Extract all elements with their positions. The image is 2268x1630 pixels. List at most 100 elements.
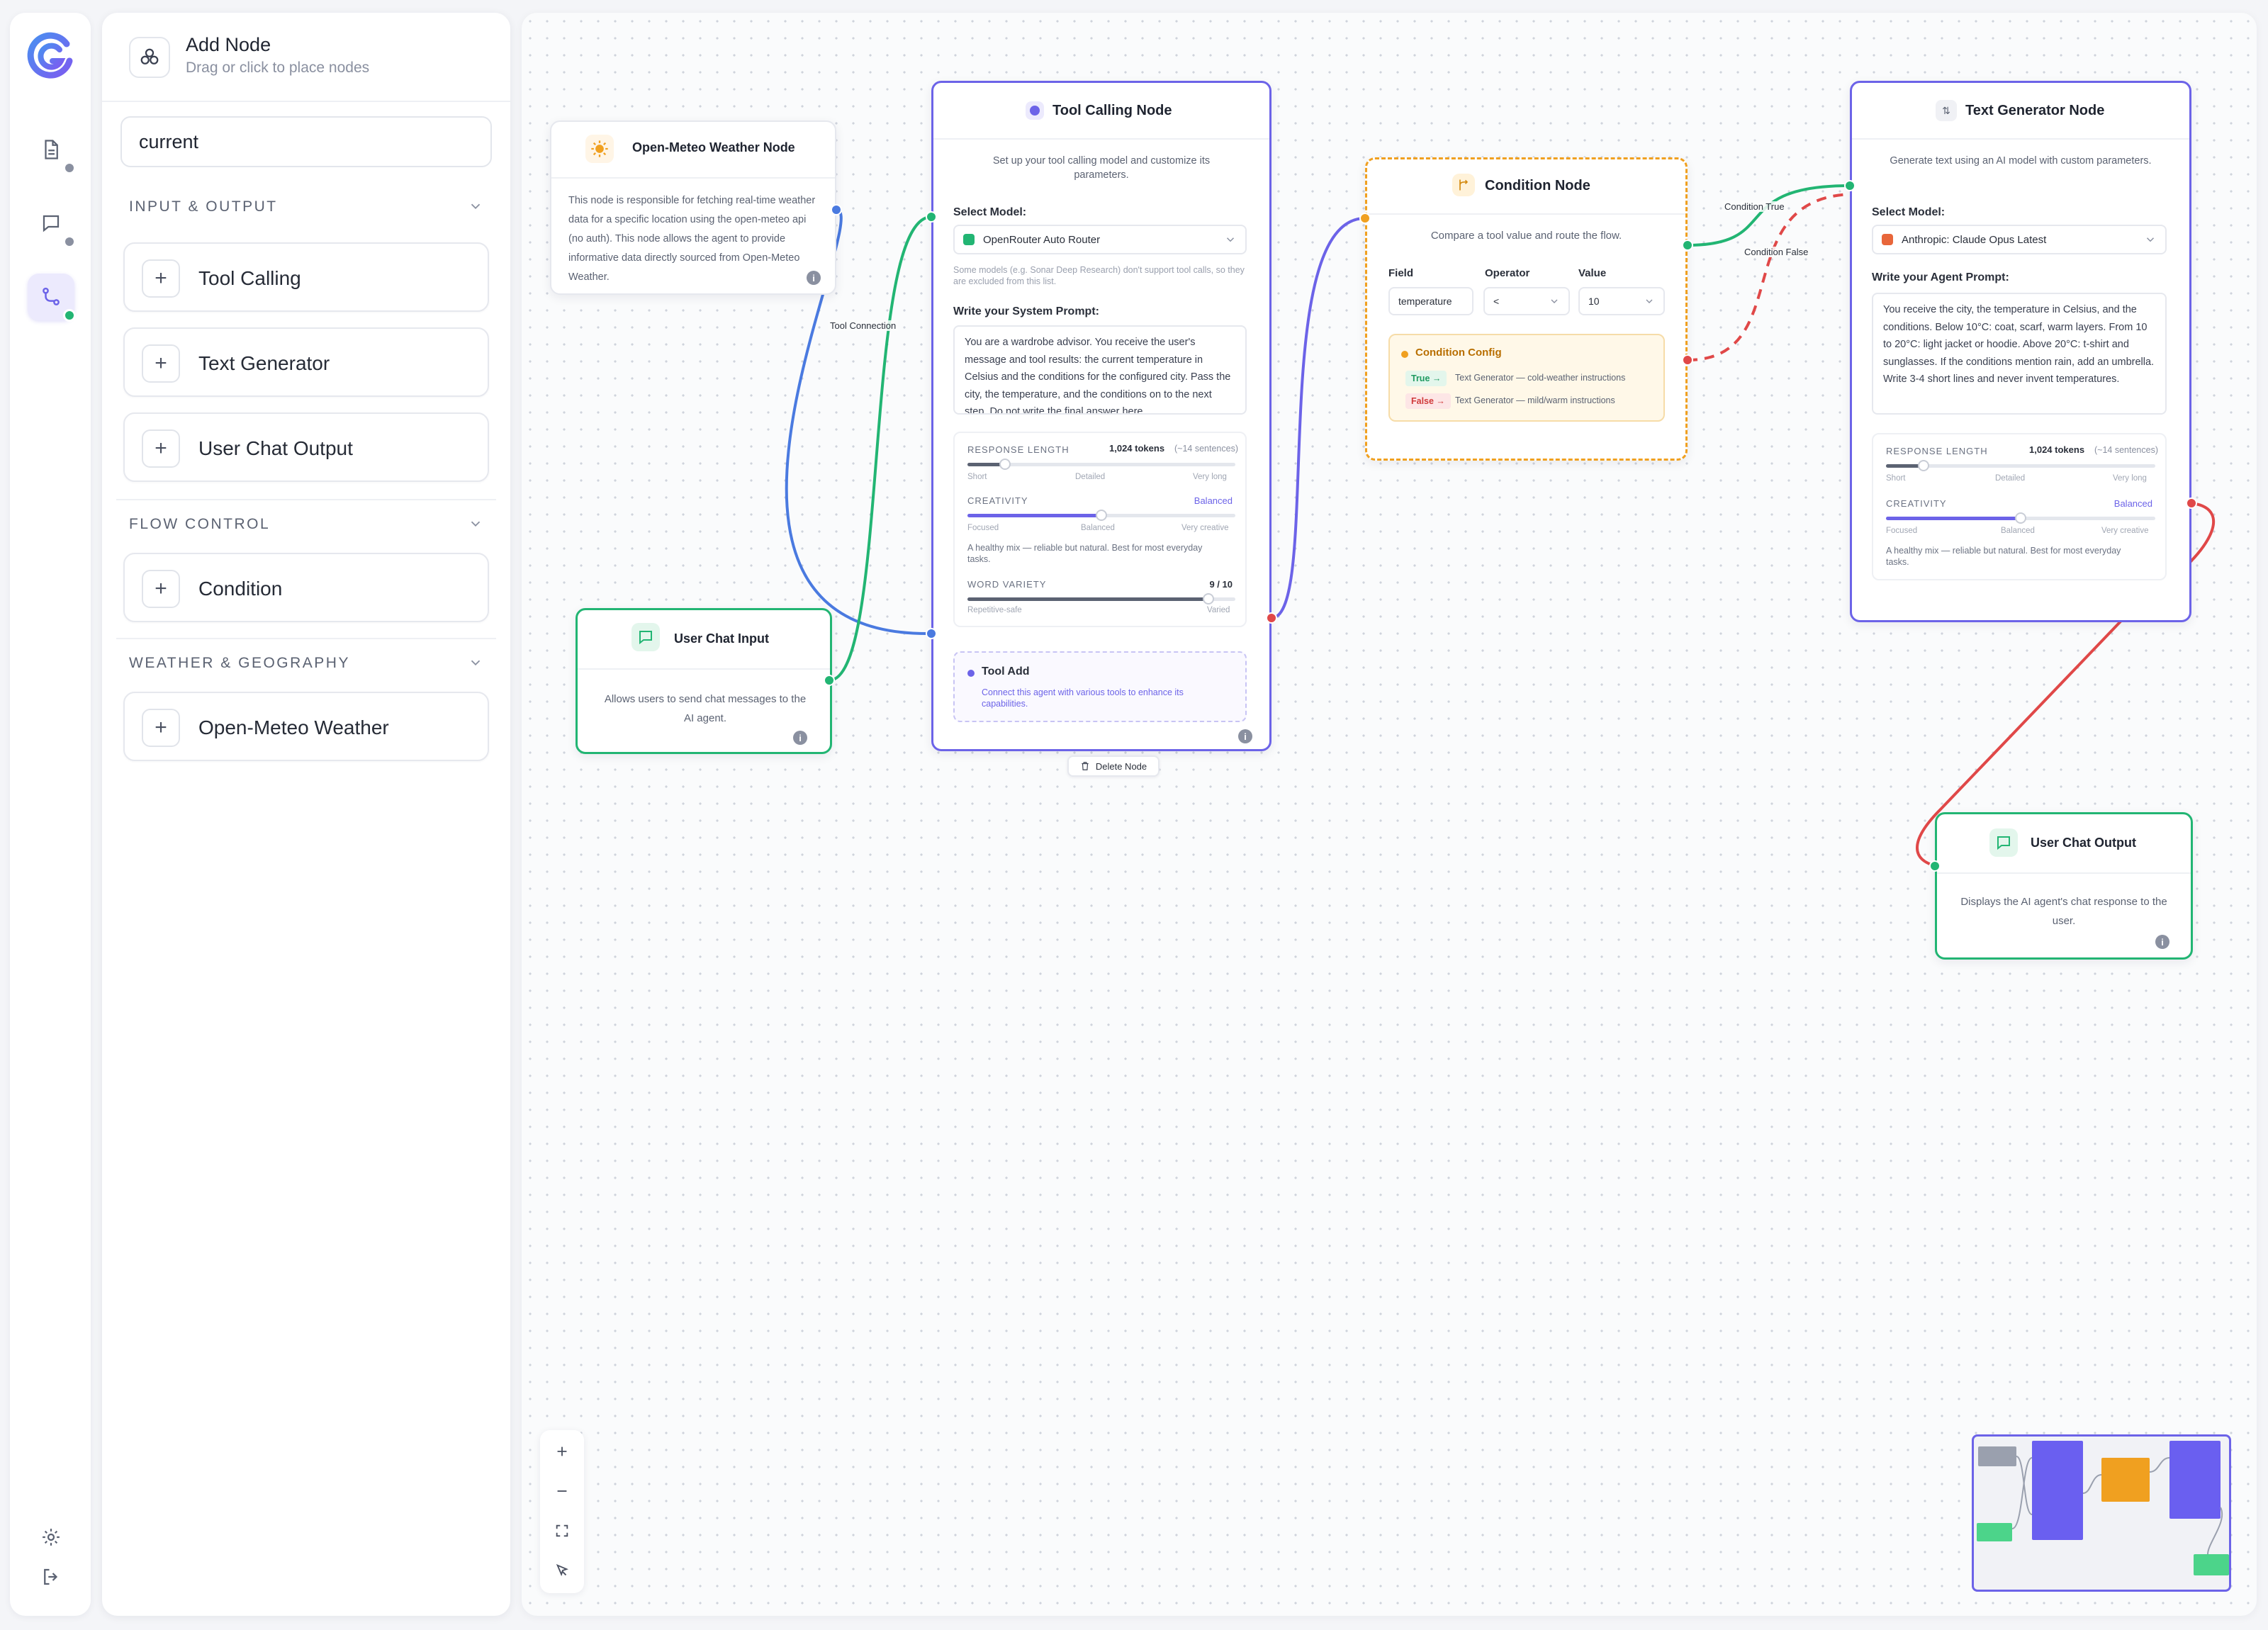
delete-node-button[interactable]: Delete Node: [1067, 755, 1160, 777]
field-input[interactable]: temperature: [1388, 287, 1473, 315]
tick-label: Repetitive-safe: [967, 606, 1022, 614]
response-length-slider[interactable]: [1886, 460, 2155, 471]
rail-chat-button[interactable]: [28, 200, 76, 248]
node-item-label: User Chat Output: [198, 437, 353, 459]
search-input[interactable]: current: [120, 116, 492, 167]
add-node-panel: Add Node Drag or click to place nodes cu…: [102, 13, 510, 1616]
handle-chat-output-input[interactable]: [1929, 860, 1941, 872]
value-select[interactable]: 10: [1578, 287, 1665, 315]
minus-icon: [557, 1490, 567, 1492]
model-brand-icon: [1882, 234, 1893, 245]
app-logo-icon[interactable]: [26, 31, 75, 81]
handle-condition-false[interactable]: [1682, 354, 1693, 366]
prompt-label: Write your System Prompt:: [953, 305, 1099, 317]
tool-add-title: Tool Add: [982, 665, 1030, 678]
node-item-user-chat-output[interactable]: + User Chat Output: [123, 412, 489, 482]
status-dot: [63, 309, 76, 322]
node-subtitle: Set up your tool calling model and custo…: [992, 155, 1211, 181]
node-title: Open-Meteo Weather Node: [632, 140, 795, 154]
system-prompt-textarea[interactable]: You are a wardrobe advisor. You receive …: [953, 325, 1247, 415]
section-weather-geography[interactable]: WEATHER & GEOGRAPHY: [129, 655, 483, 676]
tick-label: Short: [967, 473, 987, 481]
handle-tool-input[interactable]: [926, 211, 937, 223]
minimap[interactable]: [1972, 1434, 2231, 1592]
zoom-in-button[interactable]: [540, 1432, 584, 1471]
word-variety-slider[interactable]: [967, 593, 1235, 605]
text-icon: ⇅: [1936, 100, 1957, 121]
response-length-label: RESPONSE LENGTH: [967, 444, 1070, 455]
node-title: Condition Node: [1485, 178, 1590, 193]
node-description: Allows users to send chat messages to th…: [604, 693, 807, 724]
slider-knob[interactable]: [1918, 460, 1930, 471]
info-icon[interactable]: i: [793, 731, 807, 745]
rail-logout-button[interactable]: [28, 1553, 74, 1600]
tool-add-dropzone[interactable]: Tool Add Connect this agent with various…: [953, 651, 1247, 722]
slider-knob[interactable]: [1203, 593, 1215, 605]
node-item-text-generator[interactable]: + Text Generator: [123, 327, 489, 397]
node-item-label: Text Generator: [198, 352, 330, 374]
fit-view-button[interactable]: [540, 1511, 584, 1551]
handle-text-gen-output[interactable]: [2186, 498, 2197, 509]
node-open-meteo-weather[interactable]: Open-Meteo Weather Node This node is res…: [550, 120, 836, 295]
value-label: Value: [1578, 267, 1607, 279]
creativity-slider[interactable]: [1886, 512, 2155, 524]
tool-add-description: Connect this agent with various tools to…: [982, 687, 1184, 709]
handle-weather-out[interactable]: [831, 204, 842, 215]
node-condition[interactable]: Condition Node Compare a tool value and …: [1365, 157, 1688, 461]
handle-condition-input[interactable]: [1359, 213, 1371, 224]
prompt-label: Write your Agent Prompt:: [1872, 271, 2009, 283]
tick-label: Very long: [1193, 473, 1227, 481]
parameters-panel: RESPONSE LENGTH 1,024 tokens (~14 senten…: [953, 432, 1247, 627]
handle-tool-connection[interactable]: [926, 628, 937, 639]
edge-tool-to-condition: [1271, 217, 1366, 619]
divider: [1852, 138, 2189, 140]
response-length-value: 1,024 tokens: [1109, 443, 1165, 454]
divider: [1937, 872, 2191, 874]
agent-prompt-textarea[interactable]: You receive the city, the temperature in…: [1872, 293, 2167, 415]
info-icon[interactable]: i: [807, 271, 821, 285]
operator-select[interactable]: <: [1483, 287, 1570, 315]
handle-text-gen-input[interactable]: [1844, 180, 1856, 191]
node-item-label: Condition: [198, 578, 283, 600]
select-tool-button[interactable]: [540, 1551, 584, 1590]
slider-knob[interactable]: [1096, 510, 1107, 521]
status-dot: [63, 235, 76, 248]
node-text-generator[interactable]: ⇅ Text Generator Node Generate text usin…: [1850, 81, 2191, 622]
node-user-chat-output[interactable]: User Chat Output Displays the AI agent's…: [1935, 812, 2193, 960]
info-icon[interactable]: i: [1238, 729, 1252, 743]
rail-workflow-button[interactable]: [28, 274, 76, 322]
slider-knob[interactable]: [2015, 512, 2026, 524]
model-note: Some models (e.g. Sonar Deep Research) d…: [953, 265, 1245, 286]
node-subtitle: Compare a tool value and route the flow.: [1430, 230, 1622, 242]
model-select[interactable]: OpenRouter Auto Router: [953, 225, 1247, 254]
info-icon[interactable]: i: [2155, 935, 2169, 949]
zoom-out-button[interactable]: [540, 1471, 584, 1511]
slider-knob[interactable]: [999, 459, 1011, 470]
section-flow-control[interactable]: FLOW CONTROL: [129, 516, 483, 537]
response-length-slider[interactable]: [967, 459, 1235, 470]
tick-label: Detailed: [1075, 473, 1106, 481]
workflow-canvas[interactable]: Tool Connection Condition True Condition…: [522, 13, 2257, 1616]
tick-label: Very creative: [1181, 524, 1229, 532]
rail-documents-button[interactable]: [28, 126, 76, 174]
config-dot: [1401, 351, 1408, 358]
node-user-chat-input[interactable]: User Chat Input Allows users to send cha…: [576, 608, 832, 754]
handle-tool-output[interactable]: [1266, 612, 1277, 624]
model-select[interactable]: Anthropic: Claude Opus Latest: [1872, 225, 2167, 254]
node-item-label: Tool Calling: [198, 267, 301, 289]
node-item-tool-calling[interactable]: + Tool Calling: [123, 242, 489, 312]
false-tag: False →: [1405, 393, 1451, 409]
field-label: Field: [1388, 267, 1414, 279]
creativity-slider[interactable]: [967, 510, 1235, 521]
true-target: Text Generator — cold-weather instructio…: [1455, 373, 1626, 383]
handle-condition-true[interactable]: [1682, 240, 1693, 251]
node-tool-calling[interactable]: Tool Calling Node Set up your tool calli…: [931, 81, 1271, 751]
handle-chat-input-out[interactable]: [824, 675, 835, 686]
gear-icon: [43, 1529, 60, 1546]
panel-subtitle: Drag or click to place nodes: [186, 60, 370, 76]
divider: [116, 638, 496, 639]
node-title: User Chat Input: [674, 631, 770, 646]
node-item-condition[interactable]: + Condition: [123, 553, 489, 622]
section-input-output[interactable]: INPUT & OUTPUT: [129, 198, 483, 220]
node-item-open-meteo-weather[interactable]: + Open-Meteo Weather: [123, 692, 489, 761]
